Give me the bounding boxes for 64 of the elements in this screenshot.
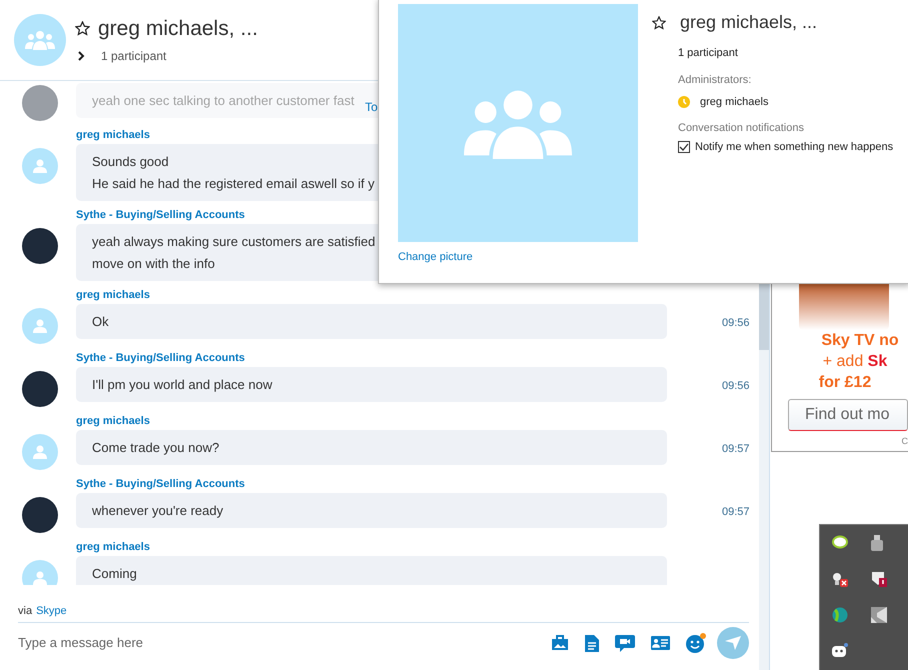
sender-name: greg michaels: [76, 128, 151, 142]
ad-text: for £12: [818, 373, 872, 393]
message-text: I'll pm you world and place now: [92, 376, 272, 393]
ad-text: Sky TV no: [821, 331, 899, 351]
sender-name: Sythe - Buying/Selling Accounts: [76, 208, 246, 222]
message-text: He said he had the registered email aswell so if y: [92, 175, 375, 192]
sender-name: greg michaels: [76, 540, 151, 554]
message-text: move on with the info: [92, 255, 215, 272]
via-label: via: [18, 604, 32, 618]
ad-text: + add Sk: [822, 352, 888, 372]
video-message-icon[interactable]: [615, 634, 635, 652]
message-text: Sounds good: [92, 153, 169, 170]
media-icon[interactable]: [551, 635, 569, 651]
usb-drive-icon[interactable]: [871, 535, 883, 551]
administrators-label: Administrators:: [678, 72, 752, 88]
message-text: Coming: [92, 565, 137, 582]
sender-name: Sythe - Buying/Selling Accounts: [76, 477, 246, 491]
chevron-icon[interactable]: [78, 51, 85, 61]
emoji-icon[interactable]: [686, 633, 707, 653]
bulb-error-icon[interactable]: [832, 571, 848, 587]
send-icon: [725, 636, 741, 650]
admin-name: greg michaels: [700, 95, 768, 110]
find-out-more-button[interactable]: Find out mo: [788, 399, 908, 431]
logo-avatar: [22, 497, 58, 533]
cut-label: To: [365, 99, 378, 116]
person-icon: [33, 159, 47, 173]
message-text: yeah always making sure customers are satisfied: [92, 233, 376, 250]
message-time: 09:57: [722, 505, 750, 520]
sender-name: greg michaels: [76, 288, 151, 302]
people-icon: [25, 30, 55, 50]
message-time: 09:56: [722, 379, 750, 394]
logo-avatar: [22, 228, 58, 264]
logo-avatar: [22, 85, 58, 121]
person-icon: [33, 571, 47, 585]
person-icon: [33, 445, 47, 459]
ad-small-text: C: [902, 435, 908, 448]
message-text: whenever you're ready: [92, 502, 224, 519]
shield-alert-icon[interactable]: [871, 571, 887, 587]
file-icon[interactable]: [585, 634, 599, 652]
message-text: yeah one sec talking to another customer fast: [92, 92, 354, 109]
skype-link[interactable]: Skype: [36, 602, 67, 619]
notifications-label: Conversation notifications: [678, 120, 805, 136]
contact-card-icon[interactable]: [651, 636, 670, 650]
change-picture-link[interactable]: Change picture: [398, 249, 638, 266]
favorite-star-icon[interactable]: [652, 16, 666, 30]
sender-name: greg michaels: [76, 414, 151, 428]
clock-icon: [678, 96, 690, 108]
person-icon: [33, 319, 47, 333]
participant-count: 1 participant: [678, 46, 739, 61]
message-time: 09:57: [722, 442, 750, 457]
message-time: 09:56: [722, 316, 750, 331]
chat-bot-icon[interactable]: [832, 643, 848, 657]
message-text: Come trade you now?: [92, 439, 220, 456]
globe-icon[interactable]: [832, 607, 848, 623]
sender-name: Sythe - Buying/Selling Accounts: [76, 351, 246, 365]
conversation-title: greg michaels, ...: [98, 18, 258, 39]
message-text: Ok: [92, 313, 109, 330]
message-input[interactable]: Type a message here: [18, 633, 551, 653]
favorite-star-icon[interactable]: [75, 21, 90, 36]
popup-title: greg michaels, ...: [680, 11, 818, 34]
logo-avatar: [22, 371, 58, 407]
notify-label: Notify me when something new happens: [695, 140, 894, 155]
participant-count[interactable]: 1 participant: [101, 47, 166, 65]
notify-checkbox[interactable]: [678, 141, 690, 154]
